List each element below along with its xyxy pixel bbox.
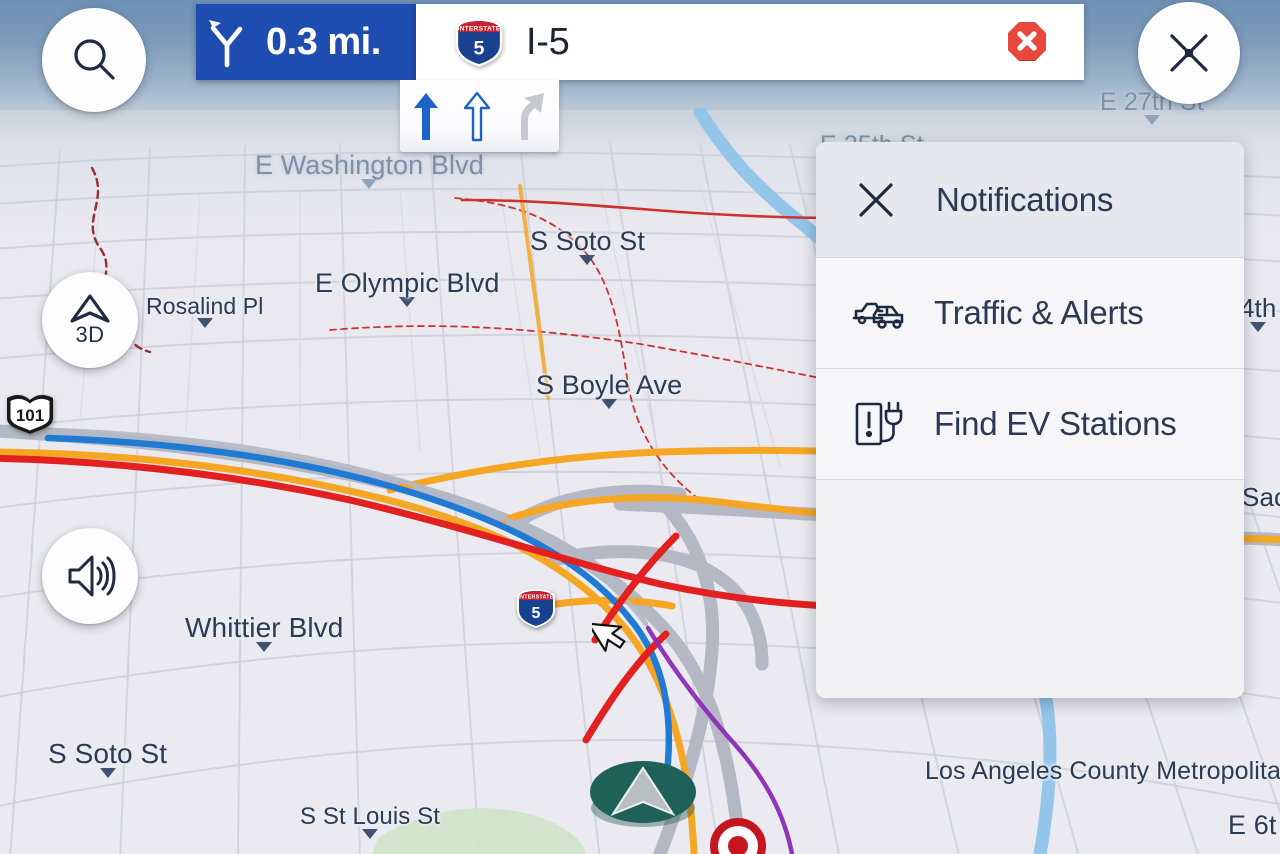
map-label: E 6t [1228,810,1277,840]
svg-text:101: 101 [16,406,44,425]
maneuver-panel[interactable]: 0.3 mi. [196,4,416,80]
maneuver-distance: 0.3 mi. [266,20,381,63]
us-route-shield-101: 101 [7,394,53,434]
fork-left-arrow-icon [209,20,243,68]
arrow-slight-right-icon [521,93,545,140]
map-label: Whittier Blvd [185,612,343,652]
collapse-arrows-icon [1170,34,1208,72]
perspective-label: 3D [75,322,105,347]
perspective-3d-button[interactable]: 3D [42,272,138,368]
notifications-panel: Notifications Traffic & Alerts Find EV S… [816,142,1244,698]
road-name-label: I-5 [526,20,570,63]
map-label: S St Louis St [300,803,440,839]
svg-text:INTERSTATE: INTERSTATE [518,595,553,601]
interstate-shield-5: INTERSTATE 5 [517,589,555,628]
notifications-title: Notifications [936,180,1114,218]
notification-item-label: Find EV Stations [934,405,1177,442]
map-label: S Soto St [48,738,167,778]
navigation-screen: E 25th St E 27th St E Washington Blvd S … [0,0,1280,854]
svg-text:INTERSTATE: INTERSTATE [458,25,501,32]
collapse-button[interactable] [1138,2,1240,104]
stop-route-button[interactable] [1006,21,1048,63]
vehicle-marker [590,761,696,827]
map-label: Rosalind Pl [146,293,263,328]
svg-text:5: 5 [532,605,541,622]
notifications-empty-area [816,480,1244,698]
notification-item-traffic-alerts[interactable]: Traffic & Alerts [816,258,1244,369]
map-label: Los Angeles County Metropolitan Tra [925,757,1280,785]
arrow-straight-icon [413,93,438,140]
speaker-on-icon [68,555,116,597]
notifications-header[interactable]: Notifications [816,142,1244,258]
notification-item-find-ev-stations[interactable]: Find EV Stations [816,369,1244,480]
ev-charger-alert-icon [855,401,903,446]
search-icon [74,39,115,80]
current-road-bar[interactable]: INTERSTATE 5 I-5 [416,4,1084,80]
search-button[interactable] [42,8,146,112]
map-label: S Boyle Ave [536,370,682,409]
lane-guidance-panel [400,80,559,152]
svg-text:5: 5 [474,37,485,59]
map-label: Sacr [1242,482,1280,512]
mouse-cursor [592,622,626,652]
compass-arrow-icon [70,294,110,323]
close-x-icon[interactable] [856,180,896,220]
map-label: E Olympic Blvd [315,268,499,307]
traffic-cars-icon [852,302,904,329]
arrow-straight-outline-icon [464,91,491,142]
volume-button[interactable] [42,528,138,624]
map-label: S Soto St [530,226,645,265]
interstate-shield-icon: INTERSTATE 5 [455,18,503,67]
notification-item-label: Traffic & Alerts [934,294,1144,331]
map-label: 4th [1240,293,1276,332]
map-label: E Washington Blvd [255,150,484,189]
